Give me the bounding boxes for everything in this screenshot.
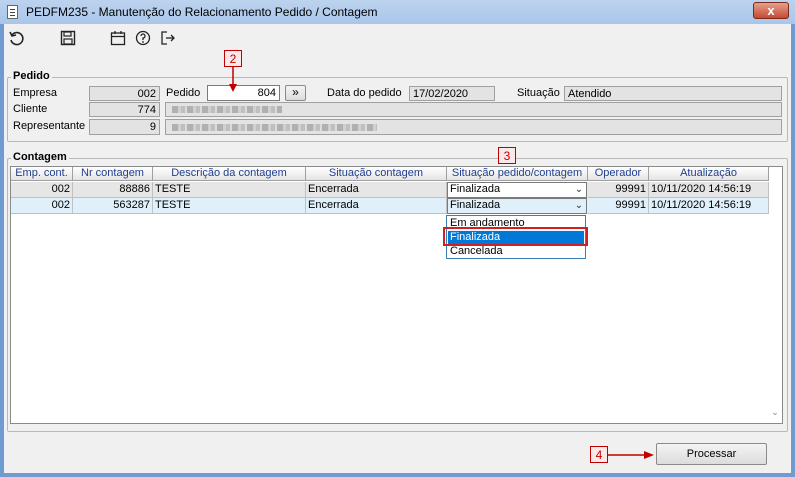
data-pedido-field: 17/02/2020 (409, 86, 495, 101)
select-value: Finalizada (450, 199, 501, 211)
chevron-down-icon[interactable]: ⌄ (572, 199, 586, 213)
annotation-arrow-4 (608, 451, 654, 459)
contagem-grid[interactable]: Emp. cont. Nr contagem Descrição da cont… (10, 166, 783, 424)
scroll-down-icon[interactable]: ⌄ (769, 407, 781, 419)
cliente-name-field (165, 102, 782, 117)
annotation-highlight-box (443, 227, 588, 246)
representante-name-field (165, 119, 782, 135)
cell-atualizacao: 10/11/2020 14:56:19 (649, 182, 769, 198)
situacao-label: Situação (517, 87, 560, 99)
window-title: PEDFM235 - Manutenção do Relacionamento … (26, 5, 378, 19)
redacted-text (172, 106, 282, 113)
cell-atualizacao: 10/11/2020 14:56:19 (649, 198, 769, 214)
cell-nr: 563287 (73, 198, 153, 214)
pedido-group-label: Pedido (11, 70, 52, 82)
annotation-arrow-2 (229, 66, 237, 92)
contagem-group-label: Contagem (11, 151, 69, 163)
cell-nr: 88886 (73, 182, 153, 198)
empresa-label: Empresa (13, 87, 58, 99)
processar-label: Processar (686, 448, 737, 460)
cell-situacao: Encerrada (306, 182, 447, 198)
pedido-lookup-button[interactable]: » (285, 85, 306, 101)
col-header-nr[interactable]: Nr contagem (73, 167, 153, 181)
chevron-down-icon[interactable]: ⌄ (572, 183, 586, 197)
title-bar: PEDFM235 - Manutenção do Relacionamento … (0, 0, 795, 24)
calendar-icon[interactable] (108, 30, 128, 50)
cliente-label: Cliente (13, 103, 48, 115)
table-row[interactable]: 002 88886 TESTE Encerrada Finalizada ⌄ 9… (11, 182, 769, 198)
close-button[interactable]: x (753, 2, 789, 19)
table-row-selected[interactable]: 002 563287 TESTE Encerrada Finalizada ⌄ … (11, 198, 769, 214)
app-icon (7, 5, 18, 19)
col-header-emp[interactable]: Emp. cont. (11, 167, 73, 181)
select-value: Finalizada (450, 183, 501, 195)
cell-descricao: TESTE (153, 198, 306, 214)
situacao-pedido-select[interactable]: Finalizada ⌄ (447, 182, 587, 198)
cliente-code-field: 774 (89, 102, 160, 117)
cell-emp: 002 (11, 182, 73, 198)
representante-label: Representante (13, 120, 86, 132)
exit-icon[interactable] (158, 30, 178, 50)
situacao-pedido-select-open[interactable]: Finalizada ⌄ (447, 198, 587, 214)
annotation-marker-2: 2 (224, 50, 242, 67)
representante-code-field: 9 (89, 119, 160, 135)
help-icon[interactable] (133, 30, 153, 50)
col-header-operador[interactable]: Operador (588, 167, 649, 181)
save-icon[interactable] (58, 30, 78, 50)
data-pedido-label: Data do pedido (327, 87, 402, 99)
processar-button[interactable]: Processar (656, 443, 767, 465)
option-cancelada[interactable]: Cancelada (448, 245, 584, 258)
annotation-marker-4: 4 (590, 446, 608, 463)
col-header-descricao[interactable]: Descrição da contagem (153, 167, 306, 181)
cell-emp: 002 (11, 198, 73, 214)
annotation-marker-3: 3 (498, 147, 516, 164)
col-header-situacao-pedido[interactable]: Situação pedido/contagem (447, 167, 588, 181)
pedido-input[interactable]: 804 (207, 85, 280, 101)
cell-situacao: Encerrada (306, 198, 447, 214)
situacao-field: Atendido (564, 86, 782, 101)
pedido-label: Pedido (166, 87, 201, 99)
redacted-text (172, 124, 377, 131)
undo-icon[interactable] (7, 30, 27, 50)
cell-descricao: TESTE (153, 182, 306, 198)
col-header-atualizacao[interactable]: Atualização (649, 167, 769, 181)
col-header-situacao[interactable]: Situação contagem (306, 167, 447, 181)
empresa-field: 002 (89, 86, 160, 101)
cell-operador: 99991 (588, 182, 649, 198)
cell-operador: 99991 (588, 198, 649, 214)
